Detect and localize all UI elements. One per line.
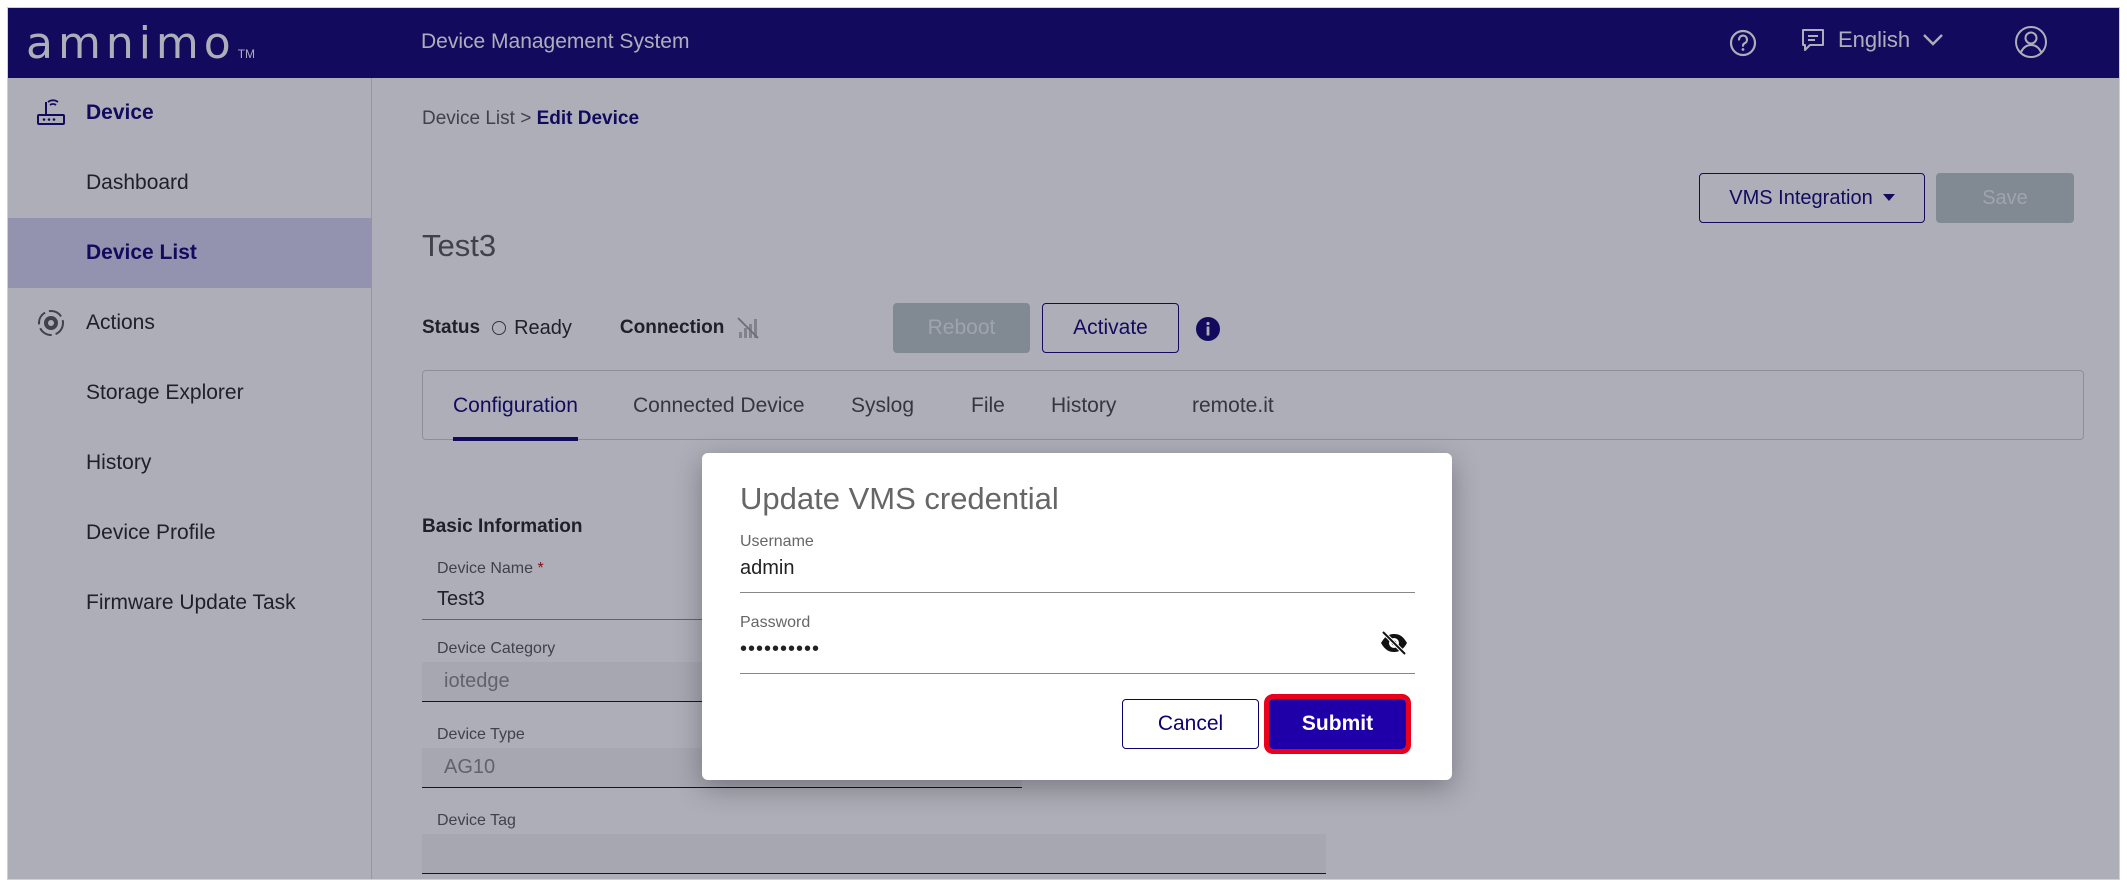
password-input[interactable]: •••••••••• (740, 638, 820, 661)
username-field[interactable]: Username admin (740, 533, 1415, 593)
app-window: amnimo TM Device Management System Engli… (7, 7, 2120, 880)
submit-button[interactable]: Submit (1264, 694, 1411, 754)
dialog-title: Update VMS credential (740, 481, 1059, 516)
password-label: Password (740, 614, 811, 631)
eye-off-icon[interactable] (1379, 628, 1409, 658)
cancel-button[interactable]: Cancel (1122, 699, 1259, 749)
username-input[interactable]: admin (740, 557, 794, 580)
username-label: Username (740, 533, 814, 550)
password-field[interactable]: Password •••••••••• (740, 614, 1415, 674)
update-vms-credential-dialog: Update VMS credential Username admin Pas… (702, 453, 1452, 780)
